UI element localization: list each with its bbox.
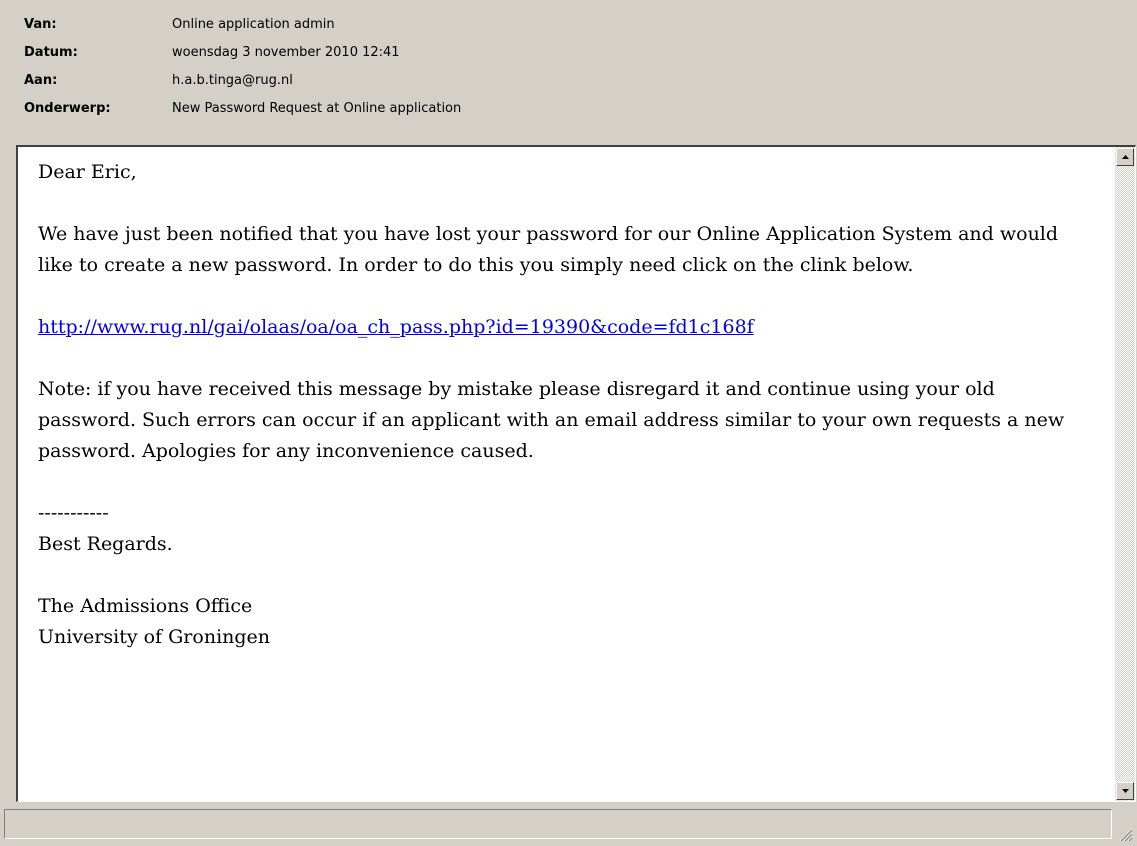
message-header: Van: Online application admin Datum: woe… [0, 0, 1137, 142]
scroll-down-arrow-icon [1122, 789, 1129, 793]
scroll-up-arrow-icon [1122, 155, 1129, 159]
from-label: Van: [24, 17, 57, 32]
closing-line: Best Regards. [38, 533, 173, 555]
body-paragraph-2: Note: if you have received this message … [38, 378, 1065, 462]
subject-value: New Password Request at Online applicati… [172, 101, 462, 116]
signature-line-1: The Admissions Office [38, 595, 253, 617]
status-bar [0, 806, 1137, 846]
to-value: h.a.b.tinga@rug.nl [172, 73, 293, 88]
resize-grip-icon[interactable] [1117, 826, 1133, 842]
date-label: Datum: [24, 45, 78, 60]
scroll-down-button[interactable] [1116, 782, 1134, 800]
reset-password-link[interactable]: http://www.rug.nl/gai/olaas/oa/oa_ch_pas… [38, 316, 754, 338]
message-body: Dear Eric, We have just been notified th… [38, 157, 1098, 653]
signature-separator: ----------- [38, 502, 109, 524]
scroll-up-button[interactable] [1116, 148, 1134, 166]
body-paragraph-1: We have just been notified that you have… [38, 223, 1059, 276]
vertical-scrollbar[interactable] [1115, 147, 1135, 801]
message-body-pane[interactable]: Dear Eric, We have just been notified th… [16, 145, 1136, 802]
status-pane [4, 809, 1112, 839]
signature-line-2: University of Groningen [38, 626, 271, 648]
from-value: Online application admin [172, 17, 335, 32]
date-value: woensdag 3 november 2010 12:41 [172, 45, 400, 60]
greeting: Dear Eric, [38, 161, 137, 183]
to-label: Aan: [24, 73, 58, 88]
subject-label: Onderwerp: [24, 101, 111, 116]
